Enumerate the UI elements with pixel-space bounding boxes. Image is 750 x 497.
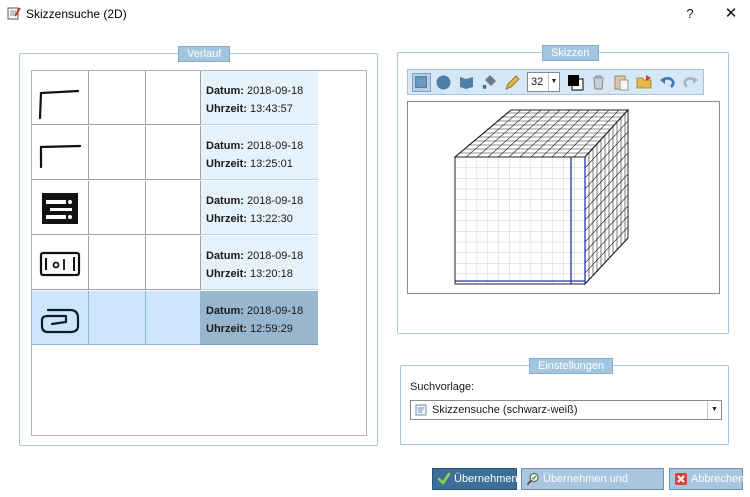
title-bar: Skizzensuche (2D) ? ✕ [0, 0, 750, 28]
template-icon [415, 404, 427, 416]
history-row[interactable]: Datum: 2018-09-18 Uhrzeit: 13:22:30 [32, 181, 318, 235]
history-thumbnail-cell[interactable] [32, 71, 89, 125]
line-width-value: 32 [531, 76, 544, 88]
color-swatch-icon[interactable] [566, 73, 585, 92]
history-row[interactable]: Datum: 2018-09-18 Uhrzeit: 13:20:18 [32, 236, 318, 290]
cancel-x-icon [675, 473, 687, 485]
close-button[interactable]: ✕ [714, 3, 748, 25]
history-thumbnail-cell[interactable] [32, 291, 89, 345]
trash-icon[interactable] [589, 73, 608, 92]
time-label: Uhrzeit: [206, 158, 247, 170]
magnifier-check-icon [526, 472, 539, 486]
chevron-down-icon: ▼ [707, 401, 721, 419]
skizzen-group: Skizzen 32 ▼ [397, 45, 729, 334]
time-label: Uhrzeit: [206, 213, 247, 225]
window-title: Skizzensuche (2D) [26, 7, 127, 21]
history-date: 2018-09-18 [246, 305, 304, 317]
history-time: 13:20:18 [250, 268, 293, 280]
history-empty-cell[interactable] [89, 181, 146, 235]
history-info[interactable]: Datum: 2018-09-18 Uhrzeit: 13:20:18 [201, 236, 318, 290]
history-list[interactable]: Datum: 2018-09-18 Uhrzeit: 13:43:57 Datu… [31, 70, 367, 436]
rectangle-with-circles-sketch-icon [39, 251, 81, 277]
history-empty-cell[interactable] [146, 291, 201, 345]
flag-icon[interactable] [457, 73, 476, 92]
checkmark-icon [437, 472, 451, 485]
history-info[interactable]: Datum: 2018-09-18 Uhrzeit: 12:59:29 [201, 291, 318, 345]
history-empty-cell[interactable] [89, 236, 146, 290]
date-label: Datum: [206, 250, 244, 262]
grid-cube-sketch [453, 108, 630, 286]
time-label: Uhrzeit: [206, 268, 247, 280]
time-label: Uhrzeit: [206, 103, 247, 115]
history-row[interactable]: Datum: 2018-09-18 Uhrzeit: 13:43:57 [32, 71, 318, 125]
black-block-sketch-icon [42, 193, 78, 224]
verlauf-caption: Verlauf [178, 46, 231, 62]
history-thumbnail-cell[interactable] [32, 181, 89, 235]
history-empty-cell[interactable] [146, 181, 201, 235]
apply-label: Übernehmen [454, 473, 518, 485]
history-date: 2018-09-18 [246, 195, 304, 207]
history-empty-cell[interactable] [89, 71, 146, 125]
history-empty-cell[interactable] [146, 236, 201, 290]
date-label: Datum: [206, 195, 244, 207]
history-time: 13:25:01 [250, 158, 293, 170]
corner-line-sketch-icon [39, 144, 82, 169]
history-info[interactable]: Datum: 2018-09-18 Uhrzeit: 13:22:30 [201, 181, 318, 235]
pencil-icon[interactable] [503, 73, 522, 92]
history-row-selected[interactable]: Datum: 2018-09-18 Uhrzeit: 12:59:29 [32, 291, 318, 345]
history-date: 2018-09-18 [246, 250, 304, 262]
skizzen-caption: Skizzen [542, 45, 599, 61]
open-folder-icon[interactable] [635, 73, 654, 92]
suchvorlage-label: Suchvorlage: [410, 381, 475, 393]
history-time: 13:43:57 [250, 103, 293, 115]
date-label: Datum: [206, 85, 244, 97]
history-thumbnail-cell[interactable] [32, 236, 89, 290]
history-date: 2018-09-18 [246, 140, 304, 152]
history-info[interactable]: Datum: 2018-09-18 Uhrzeit: 13:43:57 [201, 71, 318, 125]
paste-icon[interactable] [612, 73, 631, 92]
date-label: Datum: [206, 305, 244, 317]
history-empty-cell[interactable] [146, 126, 201, 180]
date-label: Datum: [206, 140, 244, 152]
history-empty-cell[interactable] [146, 71, 201, 125]
undo-icon[interactable] [658, 73, 677, 92]
cancel-label: Abbrechen [691, 473, 745, 485]
history-time: 12:59:29 [250, 323, 293, 335]
apply-search-label: Übernehmen und Suchen [543, 473, 629, 497]
cancel-button[interactable]: Abbrechen [669, 468, 745, 490]
history-row[interactable]: Datum: 2018-09-18 Uhrzeit: 13:25:01 [32, 126, 318, 180]
help-button[interactable]: ? [673, 3, 707, 25]
history-time: 13:22:30 [250, 213, 293, 225]
line-width-select[interactable]: 32 ▼ [527, 72, 560, 92]
rounded-hook-sketch-icon [40, 308, 80, 334]
history-info[interactable]: Datum: 2018-09-18 Uhrzeit: 13:25:01 [201, 126, 318, 180]
fill-rect-icon[interactable] [412, 73, 431, 92]
history-date: 2018-09-18 [246, 85, 304, 97]
paint-bucket-icon[interactable] [480, 73, 499, 92]
suchvorlage-value: Skizzensuche (schwarz-weiß) [432, 404, 578, 416]
app-sketch-icon [7, 7, 21, 20]
einstellungen-caption: Einstellungen [529, 358, 614, 374]
history-empty-cell[interactable] [89, 291, 146, 345]
sketch-toolbar: 32 ▼ [407, 69, 704, 95]
verlauf-group: Verlauf Datum: 2018-09-18 Uhrzeit: 13:43… [19, 46, 378, 446]
chevron-down-icon: ▼ [548, 73, 559, 91]
history-thumbnail-cell[interactable] [32, 126, 89, 180]
history-empty-cell[interactable] [89, 126, 146, 180]
time-label: Uhrzeit: [206, 323, 247, 335]
apply-and-search-button[interactable]: Übernehmen und Suchen [521, 468, 664, 497]
redo-icon[interactable] [681, 73, 700, 92]
corner-line-sketch-icon [38, 89, 80, 120]
sketch-canvas[interactable] [407, 101, 720, 294]
apply-button[interactable]: Übernehmen [432, 468, 518, 490]
einstellungen-group: Einstellungen Suchvorlage: Skizzensuche … [400, 358, 729, 445]
suchvorlage-select[interactable]: Skizzensuche (schwarz-weiß) ▼ [410, 400, 722, 420]
circle-icon[interactable] [434, 73, 453, 92]
